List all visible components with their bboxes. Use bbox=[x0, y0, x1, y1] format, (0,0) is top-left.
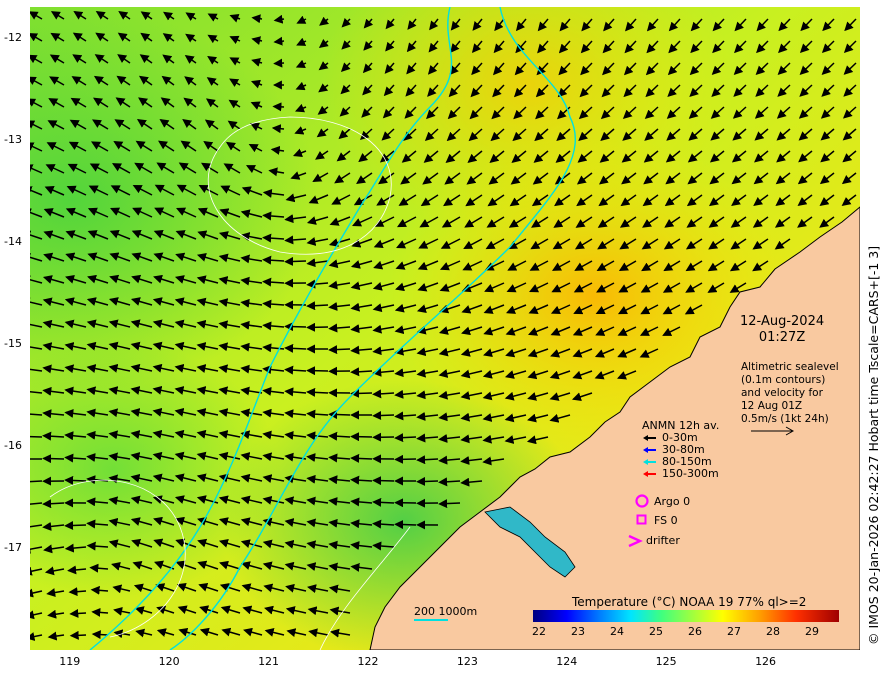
anmn-arrow-icon bbox=[643, 435, 656, 441]
lon-tick-label: 119 bbox=[59, 655, 81, 668]
velocity-arrow bbox=[284, 322, 307, 332]
velocity-arrow bbox=[306, 322, 329, 332]
velocity-arrow bbox=[64, 521, 87, 531]
lon-tick-label: 124 bbox=[556, 655, 578, 668]
lon-tick-label: 120 bbox=[158, 655, 180, 668]
info-line: and velocity for bbox=[741, 387, 823, 399]
velocity-arrow bbox=[306, 366, 329, 376]
lon-tick-label: 121 bbox=[258, 655, 280, 668]
info-line: Altimetric sealevel bbox=[741, 361, 839, 373]
argo-circle-icon bbox=[635, 494, 649, 508]
velocity-arrow bbox=[42, 454, 65, 464]
velocity-arrow bbox=[372, 497, 395, 507]
lon-tick-label: 123 bbox=[456, 655, 478, 668]
velocity-arrow bbox=[271, 124, 285, 134]
colorbar-tick-label: 26 bbox=[688, 625, 702, 638]
anmn-arrow-icon bbox=[643, 471, 656, 477]
colorbar-title: Temperature (°C) NOAA 19 77% ql>=2 bbox=[572, 595, 807, 609]
colorbar-tick-label: 23 bbox=[571, 625, 585, 638]
velocity-arrow bbox=[372, 411, 395, 421]
sst-map bbox=[30, 7, 860, 650]
drifter-label: drifter bbox=[646, 534, 680, 547]
velocity-scale-arrow-icon bbox=[751, 426, 795, 436]
velocity-arrow bbox=[328, 410, 351, 420]
lat-tick-label: -15 bbox=[4, 336, 22, 350]
velocity-arrow bbox=[394, 520, 417, 530]
lat-tick-label: -16 bbox=[4, 438, 22, 452]
velocity-arrow bbox=[328, 345, 351, 355]
velocity-arrow bbox=[438, 499, 461, 509]
colorbar-tick-label: 22 bbox=[532, 625, 546, 638]
argo-label: Argo 0 bbox=[654, 495, 691, 508]
info-line: 12 Aug 01Z bbox=[741, 400, 803, 412]
fs-square-icon bbox=[636, 514, 647, 525]
date-time: 01:27Z bbox=[758, 330, 806, 345]
velocity-arrow bbox=[350, 453, 373, 463]
velocity-arrow bbox=[394, 433, 417, 443]
lon-tick-label: 126 bbox=[755, 655, 777, 668]
lat-tick-label: -13 bbox=[4, 132, 22, 146]
velocity-arrow bbox=[30, 435, 43, 438]
velocity-arrow bbox=[394, 454, 417, 464]
map-panel[interactable] bbox=[30, 7, 860, 650]
colorbar-tick-label: 24 bbox=[610, 625, 624, 638]
date-day: 12-Aug-2024 bbox=[740, 314, 825, 329]
velocity-arrow bbox=[306, 387, 329, 397]
velocity-arrow bbox=[284, 343, 307, 353]
colorbar-tick-label: 28 bbox=[766, 625, 780, 638]
lon-tick-label: 122 bbox=[357, 655, 379, 668]
fs-label: FS 0 bbox=[654, 514, 678, 527]
velocity-arrow bbox=[69, 630, 87, 640]
velocity-arrow bbox=[350, 432, 373, 442]
altimetry-info: Altimetric sealevel (0.1m contours) and … bbox=[741, 361, 839, 426]
velocity-arrow bbox=[273, 58, 285, 68]
anmn-item-label: 150-300m bbox=[662, 467, 719, 480]
velocity-arrow bbox=[273, 36, 285, 46]
drifter-chevron-icon bbox=[628, 534, 643, 548]
colorbar-tick-label: 25 bbox=[649, 625, 663, 638]
info-line: (0.1m contours) bbox=[741, 374, 826, 386]
date-block: 12-Aug-2024 01:27Z bbox=[740, 314, 824, 346]
lat-tick-label: -17 bbox=[4, 540, 22, 554]
colorbar-tick-label: 29 bbox=[805, 625, 819, 638]
colorbar bbox=[533, 610, 839, 622]
lat-tick-label: -12 bbox=[4, 30, 22, 44]
lon-tick-label: 125 bbox=[655, 655, 677, 668]
colorbar-tick-label: 27 bbox=[727, 625, 741, 638]
isobath-legend-line bbox=[414, 619, 448, 621]
lat-tick-label: -14 bbox=[4, 234, 22, 248]
anmn-arrow-icon bbox=[643, 459, 656, 465]
velocity-arrow bbox=[69, 608, 87, 618]
credit-line: © IMOS 20-Jan-2026 02:42:27 Hobart time … bbox=[866, 245, 880, 645]
velocity-arrow bbox=[284, 256, 307, 266]
anmn-arrow-icon bbox=[643, 447, 656, 453]
velocity-arrow bbox=[272, 102, 285, 112]
velocity-arrow bbox=[91, 630, 109, 640]
velocity-arrow bbox=[416, 476, 439, 486]
velocity-arrow bbox=[64, 475, 87, 485]
velocity-arrow bbox=[372, 476, 395, 486]
